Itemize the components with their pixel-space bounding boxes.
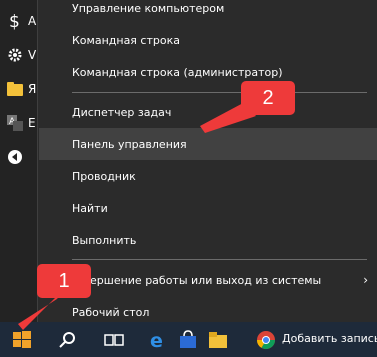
callout-badge-1: 1	[37, 264, 91, 298]
menu-item-control-panel[interactable]: Панель управления	[39, 128, 377, 160]
task-view-icon[interactable]	[102, 328, 126, 352]
menu-item-label: Диспетчер задач	[72, 105, 172, 119]
menu-item-explorer[interactable]: Проводник	[39, 160, 377, 192]
app-letter-a: А	[28, 14, 37, 28]
translate-icon[interactable]: A	[6, 114, 24, 132]
menu-item-computer-management[interactable]: Управление компьютером	[39, 0, 377, 24]
menu-separator	[72, 92, 367, 93]
menu-item-label: Рабочий стол	[72, 305, 150, 319]
edge-icon[interactable]: e	[146, 328, 170, 352]
store-icon[interactable]	[176, 328, 200, 352]
dollar-icon[interactable]: $	[6, 12, 24, 30]
menu-item-search[interactable]: Найти	[39, 192, 377, 224]
menu-item-task-manager[interactable]: Диспетчер задач	[39, 96, 377, 128]
menu-separator	[72, 259, 367, 260]
menu-item-label: Командная строка (администратор)	[72, 65, 283, 79]
callout-badge-2: 2	[241, 81, 295, 115]
chevron-right-icon: ›	[363, 273, 368, 287]
app-letter-ya: Я	[28, 82, 37, 96]
callout-label: 2	[262, 86, 274, 109]
chrome-icon[interactable]	[254, 328, 278, 352]
menu-item-label: Выполнить	[72, 233, 137, 247]
menu-item-command-prompt-admin[interactable]: Командная строка (администратор)	[39, 56, 377, 88]
app-letter-e: Е	[28, 116, 36, 130]
menu-item-run[interactable]: Выполнить	[39, 224, 377, 256]
taskbar-app-title[interactable]: Добавить запись ‹	[282, 332, 377, 345]
menu-item-label: Проводник	[72, 169, 136, 183]
search-icon[interactable]	[56, 328, 80, 352]
svg-text:e: e	[150, 330, 163, 350]
gear-icon[interactable]	[6, 46, 24, 64]
media-back-icon[interactable]	[6, 148, 24, 166]
menu-item-label: ершение работы или выход из системы	[90, 273, 322, 287]
menu-item-command-prompt[interactable]: Командная строка	[39, 24, 377, 56]
callout-label: 1	[58, 269, 70, 292]
svg-text:$: $	[9, 12, 20, 30]
menu-item-label: Найти	[72, 201, 108, 215]
menu-item-label: Панель управления	[72, 137, 187, 151]
app-letter-v: V	[28, 48, 37, 62]
taskbar: e Добавить запись ‹	[0, 322, 377, 357]
file-explorer-icon[interactable]	[206, 328, 230, 352]
menu-item-label: Командная строка	[72, 33, 180, 47]
folder-icon[interactable]	[6, 80, 24, 98]
start-menu-left-strip: $ А V Я A Е	[0, 0, 37, 322]
menu-item-label: Управление компьютером	[72, 1, 225, 15]
windows-start-icon[interactable]	[10, 328, 34, 352]
